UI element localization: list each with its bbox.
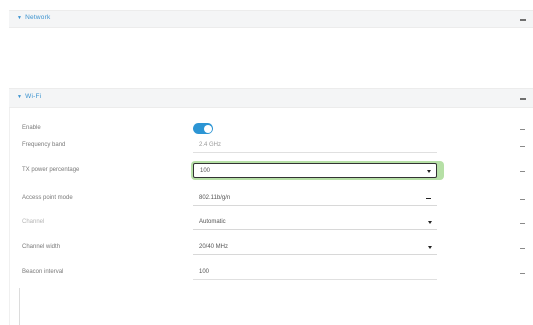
remove-tx-power-icon[interactable] xyxy=(520,171,525,173)
beacon-interval-label: Beacon interval xyxy=(22,269,64,275)
remove-enable-icon[interactable] xyxy=(520,129,525,131)
beacon-interval-input[interactable]: 100 xyxy=(193,265,437,280)
network-panel-title[interactable]: ▼ Network xyxy=(17,14,50,21)
frequency-band-value: 2.4 GHz xyxy=(193,138,437,153)
enable-label: Enable xyxy=(22,125,41,131)
row-tx-power: TX power percentage 100 xyxy=(0,163,533,181)
channel-select[interactable]: Automatic xyxy=(193,215,437,230)
channel-width-label: Channel width xyxy=(22,244,61,250)
frequency-band-text: 2.4 GHz xyxy=(199,142,222,148)
chevron-down-icon xyxy=(428,221,432,224)
caret-down-icon: ▼ xyxy=(17,15,23,21)
row-channel-width: Channel width 20/40 MHz xyxy=(0,240,533,258)
caret-down-icon: ▼ xyxy=(17,94,23,100)
access-point-mode-label: Access point mode xyxy=(22,195,73,201)
network-panel-header[interactable]: ▼ Network xyxy=(9,10,533,28)
collapse-network-icon[interactable] xyxy=(520,19,526,21)
row-beacon-interval: Beacon interval 100 xyxy=(0,265,533,283)
frequency-band-label: Frequency band xyxy=(22,142,66,148)
toggle-knob xyxy=(203,124,212,133)
channel-width-select[interactable]: 20/40 MHz xyxy=(193,240,437,255)
collapse-wifi-icon[interactable] xyxy=(520,98,526,100)
access-point-mode-text: 802.11b/g/n xyxy=(199,195,231,201)
tx-power-select[interactable]: 100 xyxy=(193,163,437,178)
beacon-interval-text: 100 xyxy=(199,269,210,275)
channel-label: Channel xyxy=(22,219,45,225)
minus-icon xyxy=(426,198,431,200)
tx-power-text: 100 xyxy=(200,168,211,174)
chevron-down-icon xyxy=(428,246,432,249)
remove-frequency-band-icon[interactable] xyxy=(520,146,525,148)
network-title-text: Network xyxy=(25,14,51,21)
row-enable: Enable xyxy=(0,121,533,139)
remove-channel-width-icon[interactable] xyxy=(520,248,525,250)
remove-channel-icon[interactable] xyxy=(520,223,525,225)
chevron-down-icon xyxy=(427,170,431,173)
row-frequency-band: Frequency band 2.4 GHz xyxy=(0,138,533,156)
access-point-mode-select[interactable]: 802.11b/g/n xyxy=(193,191,437,206)
row-channel: Channel Automatic xyxy=(0,215,533,233)
wifi-panel-title[interactable]: ▼ Wi-Fi xyxy=(17,93,41,100)
section-divider xyxy=(19,288,20,325)
tx-power-label: TX power percentage xyxy=(22,167,80,173)
remove-beacon-interval-icon[interactable] xyxy=(520,273,525,275)
channel-width-text: 20/40 MHz xyxy=(199,244,229,250)
channel-text: Automatic xyxy=(199,219,226,225)
wifi-title-text: Wi-Fi xyxy=(25,93,42,100)
row-access-point-mode: Access point mode 802.11b/g/n xyxy=(0,191,533,209)
wifi-panel-header[interactable]: ▼ Wi-Fi xyxy=(9,88,533,108)
enable-toggle[interactable] xyxy=(193,123,213,134)
remove-access-point-mode-icon[interactable] xyxy=(520,199,525,201)
